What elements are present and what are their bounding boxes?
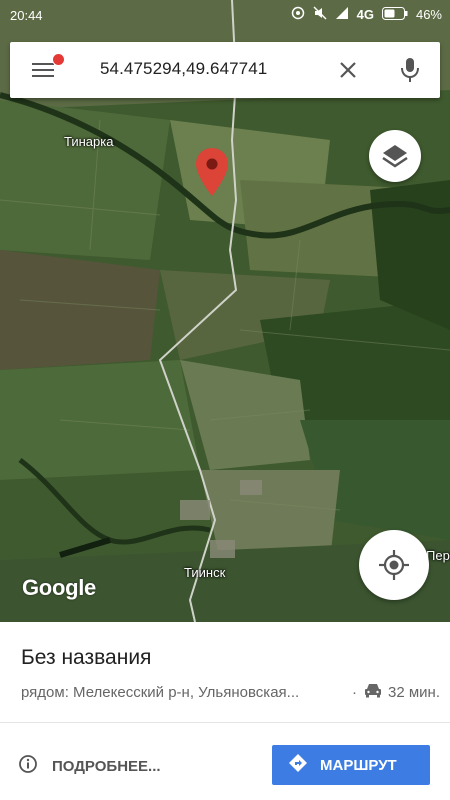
network-label: 4G <box>356 7 374 22</box>
hotspot-icon <box>291 6 305 23</box>
details-button[interactable]: ПОДРОБНЕЕ... <box>18 748 161 784</box>
signal-icon <box>335 6 349 23</box>
route-button[interactable]: МАРШРУТ <box>272 745 430 785</box>
google-logo: Google <box>22 575 96 600</box>
layers-icon <box>382 145 408 168</box>
details-label: ПОДРОБНЕЕ... <box>52 757 161 775</box>
my-location-button[interactable] <box>359 530 429 600</box>
status-bar: 20:44 4G 46% <box>0 0 450 32</box>
place-label-edge: Пере <box>426 548 450 563</box>
subtitle-separator: · <box>352 684 357 701</box>
sheet-divider <box>0 722 450 723</box>
my-location-icon <box>379 550 409 580</box>
place-sheet[interactable]: Без названия рядом: Мелекесский р-н, Уль… <box>0 622 450 800</box>
route-label: МАРШРУТ <box>320 756 397 774</box>
info-icon <box>18 754 38 778</box>
notification-dot <box>52 53 65 66</box>
place-label-tiinsk: Тиинск <box>184 565 226 580</box>
microphone-icon[interactable] <box>398 56 422 84</box>
layers-button[interactable] <box>369 130 421 182</box>
travel-time[interactable]: 32 мин. <box>364 682 440 702</box>
travel-time-label: 32 мин. <box>388 683 440 701</box>
battery-icon <box>381 6 408 23</box>
place-label-tinarka: Тинарка <box>64 134 114 149</box>
place-title: Без названия <box>21 646 152 669</box>
directions-icon <box>288 753 308 777</box>
location-pin-icon[interactable] <box>196 148 228 196</box>
status-time: 20:44 <box>10 8 43 23</box>
search-query[interactable]: 54.475294,49.647741 <box>100 59 267 79</box>
mute-icon <box>313 6 327 23</box>
battery-percent: 46% <box>415 7 442 22</box>
car-icon <box>364 682 382 702</box>
search-bar[interactable]: 54.475294,49.647741 <box>10 42 440 98</box>
close-icon[interactable] <box>336 58 360 82</box>
place-subtitle: рядом: Мелекесский р-н, Ульяновская... <box>21 684 300 701</box>
